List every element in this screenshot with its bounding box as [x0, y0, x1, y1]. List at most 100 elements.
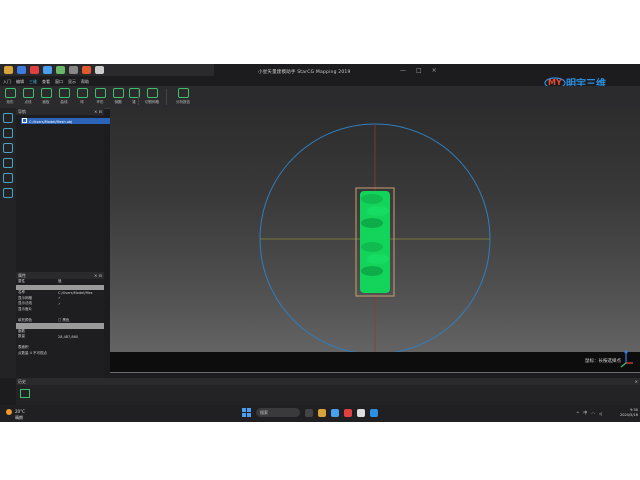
clock[interactable]: 9:30 2024/5/16: [620, 408, 638, 418]
mesh-detail: [361, 194, 383, 204]
refresh-icon[interactable]: [3, 128, 13, 138]
close-icon[interactable]: ×: [635, 379, 638, 384]
viewport-floor: [110, 352, 640, 372]
taskbar-search-input[interactable]: 搜索: [256, 408, 300, 417]
folder-icon[interactable]: [4, 66, 13, 74]
property-row[interactable]: 点数量 4 不可视点: [16, 351, 104, 357]
menu-item-view[interactable]: 查看: [42, 79, 50, 85]
property-key: 名称: [18, 290, 25, 295]
property-row[interactable]: 显示网格 ✓: [16, 296, 104, 302]
wifi-icon[interactable]: ◠: [591, 411, 595, 416]
app-icon[interactable]: [357, 408, 365, 417]
edge-icon[interactable]: [331, 408, 339, 417]
app-icon[interactable]: [370, 408, 378, 417]
eye-icon[interactable]: [3, 188, 13, 198]
property-key: 面数: [18, 328, 25, 333]
app-icon[interactable]: [82, 66, 91, 74]
property-row[interactable]: 填充颜色 □ 黑色: [16, 318, 104, 324]
tool-ring[interactable]: 环形: [92, 88, 108, 105]
close-icon[interactable]: × ⊟: [94, 273, 102, 278]
tool-analysis-report[interactable]: 分析报告: [172, 88, 194, 105]
checkbox[interactable]: [22, 118, 27, 123]
history-panel: 历史 ×: [16, 378, 640, 408]
property-value: □ 黑色: [58, 317, 70, 322]
edge-icon[interactable]: [43, 66, 52, 74]
property-key: 点数量 4 不可视点: [18, 350, 47, 355]
property-value: C:/Users/Model/Mes: [58, 290, 93, 295]
panel-title: 历史: [18, 378, 26, 384]
maximize-button[interactable]: □: [416, 67, 422, 74]
tool-polyline[interactable]: 点线: [20, 88, 36, 105]
layers-icon[interactable]: [3, 158, 13, 168]
windows-start-icon[interactable]: [242, 408, 251, 417]
tool-sphere[interactable]: 球: [74, 88, 90, 105]
menu-item-window[interactable]: 窗口: [55, 79, 63, 85]
system-tray: ^ 中 ◠ ◁: [576, 410, 602, 416]
property-key: 显示法线: [18, 301, 32, 306]
clock-date: 2024/5/16: [620, 413, 638, 417]
property-row[interactable]: 数量 28,487,860: [16, 334, 104, 340]
weather-widget[interactable]: 20°C 晴朗: [6, 409, 25, 421]
app-icon[interactable]: [95, 66, 104, 74]
mesh-detail: [361, 266, 383, 276]
desktop-screen: 小星矢量建模助手 StarCG Mapping 2019 — □ × MY 明宇…: [0, 64, 640, 422]
property-row[interactable]: 名称 C:/Users/Model/Mes: [16, 290, 104, 296]
keyboard-icon[interactable]: 中: [583, 410, 587, 416]
property-value: 值: [58, 279, 62, 284]
volume-icon[interactable]: ◁: [599, 411, 602, 416]
node-icon[interactable]: [3, 143, 13, 153]
property-row[interactable]: 显示法线 ✓: [16, 301, 104, 307]
taskbar: 20°C 晴朗 搜索 ^ 中 ◠ ◁ 9:30 2024/5/16: [0, 405, 640, 422]
menu-item-3d[interactable]: 三维: [29, 79, 37, 85]
tool-cone[interactable]: 锥: [126, 88, 142, 105]
app-icon[interactable]: [69, 66, 78, 74]
property-value: ✓: [58, 296, 61, 301]
property-key: 表面积: [18, 345, 29, 350]
tool-cut-mesh[interactable]: 切割网格: [142, 88, 162, 105]
mesh-detail: [367, 230, 389, 240]
chart-icon[interactable]: [20, 389, 30, 398]
menu-item-help[interactable]: 帮助: [81, 79, 89, 85]
property-row[interactable]: 属性 值: [16, 279, 104, 285]
browser-icon[interactable]: [30, 66, 39, 74]
sun-icon: [6, 409, 12, 415]
menu-item-edit[interactable]: 编辑: [16, 79, 24, 85]
mesh-detail: [361, 218, 383, 228]
property-key: 数量: [18, 334, 25, 339]
property-key: 填充颜色: [18, 317, 32, 322]
desktop-shortcuts: [0, 64, 214, 76]
search-icon[interactable]: [3, 113, 13, 123]
chevron-up-icon[interactable]: ^: [576, 411, 579, 416]
app-icon[interactable]: [17, 66, 26, 74]
panel-title: 导航: [18, 108, 26, 114]
window-controls: — □ ×: [400, 67, 437, 74]
task-view-icon[interactable]: [305, 408, 313, 417]
panel-header: 导航 × ⊟: [16, 108, 104, 115]
close-icon[interactable]: × ⊟: [94, 109, 102, 114]
weather-desc: 晴朗: [15, 415, 23, 420]
tool-curve[interactable]: 曲线: [56, 88, 72, 105]
taskbar-apps: 搜索: [242, 408, 378, 417]
axis-gizmo-icon[interactable]: [618, 349, 634, 369]
minimize-button[interactable]: —: [400, 67, 406, 74]
scene-canvas[interactable]: [110, 108, 640, 373]
property-grid: 属性 值名称 C:/Users/Model/Mes 显示网格 ✓ 显示法线 ✓ 显示面片 填充颜…: [16, 279, 104, 356]
properties-panel: 属性 × ⊟ 属性值名称 C:/Users/Model/Mes 显示网格 ✓ 显示法线 ✓…: [16, 272, 104, 378]
close-button[interactable]: ×: [432, 67, 437, 74]
property-value: 28,487,860: [58, 334, 79, 339]
chart-icon[interactable]: [3, 173, 13, 183]
tool-rectangle[interactable]: 矩形: [2, 88, 18, 105]
app-icon[interactable]: [344, 408, 352, 417]
tool-fillet[interactable]: 倒圆: [110, 88, 126, 105]
3d-viewport[interactable]: [110, 108, 640, 373]
app-icon[interactable]: [56, 66, 65, 74]
property-key: 属性: [18, 279, 25, 284]
menu-item-start[interactable]: 入门: [3, 79, 11, 85]
mesh-detail: [367, 254, 389, 264]
menu-item-display[interactable]: 显示: [68, 79, 76, 85]
panel-header: 历史 ×: [16, 378, 640, 385]
ribbon-divider: [166, 89, 167, 105]
file-explorer-icon[interactable]: [318, 408, 326, 417]
tree-item-mesh[interactable]: C:/Users/Model/Mesh.obj: [21, 118, 119, 124]
tool-panel[interactable]: 面板: [38, 88, 54, 105]
